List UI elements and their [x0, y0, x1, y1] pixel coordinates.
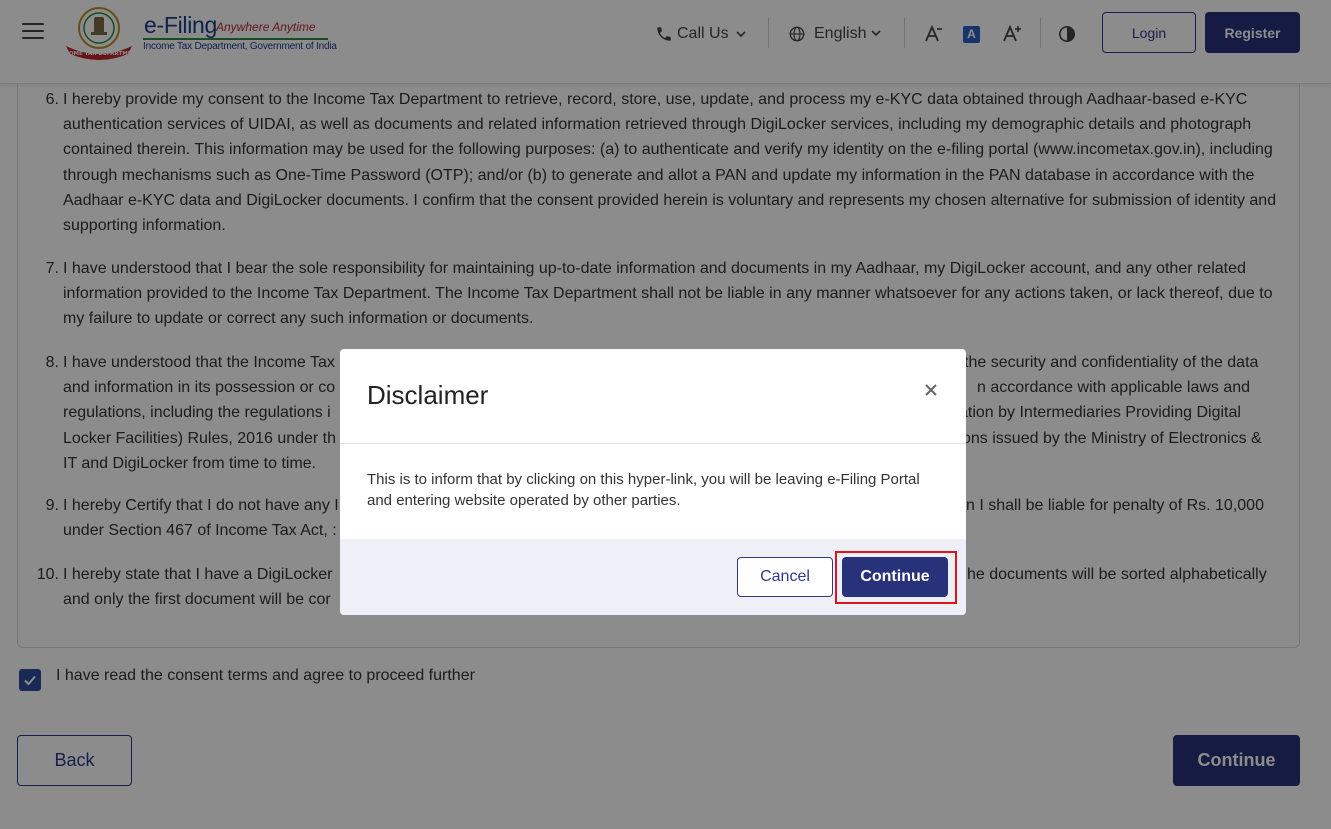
cancel-button[interactable]: Cancel: [737, 557, 833, 597]
dialog-message: This is to inform that by clicking on th…: [367, 471, 920, 509]
close-icon: [925, 384, 937, 396]
dialog-title: Disclaimer: [367, 380, 489, 410]
close-button[interactable]: [920, 379, 942, 401]
disclaimer-dialog: Disclaimer This is to inform that by cli…: [340, 349, 966, 615]
dialog-continue-button[interactable]: Continue: [842, 557, 948, 597]
dialog-footer: Cancel Continue: [340, 539, 966, 615]
dialog-divider: [340, 443, 966, 444]
